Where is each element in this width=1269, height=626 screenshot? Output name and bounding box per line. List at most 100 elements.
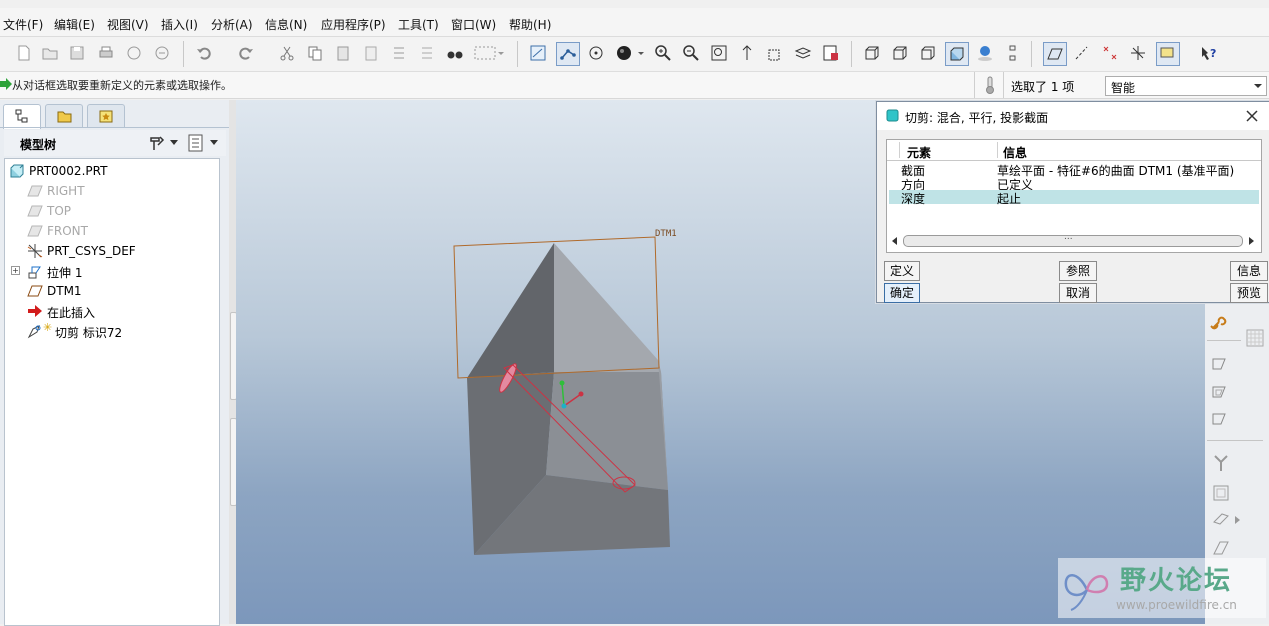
scroll-thumb[interactable]: ... (903, 232, 1243, 247)
cancel-button[interactable]: 取消 (1059, 283, 1097, 303)
tab-favorites[interactable] (87, 104, 125, 127)
tab-model-tree[interactable] (3, 104, 41, 129)
layers-icon[interactable] (793, 43, 813, 63)
chain-link-icon[interactable] (1209, 310, 1233, 334)
scroll-right-icon[interactable] (1247, 237, 1255, 245)
annotation-display-icon[interactable] (1156, 42, 1180, 66)
thermometer-icon (986, 76, 994, 94)
spin-center-icon[interactable] (586, 43, 606, 63)
copy-icon[interactable] (305, 43, 325, 63)
draft-icon[interactable] (1211, 355, 1233, 375)
zoom-out-icon[interactable] (681, 43, 701, 63)
close-icon[interactable] (1245, 109, 1259, 123)
render-icon[interactable] (975, 43, 995, 63)
offset-icon[interactable] (1211, 482, 1233, 504)
define-button[interactable]: 定义 (884, 261, 920, 281)
svg-text:?: ? (1210, 47, 1216, 60)
view-manager-icon[interactable] (821, 43, 841, 63)
menu-insert[interactable]: 插入(I) (161, 16, 198, 33)
new-feature-asterisk-icon: ✳ (43, 321, 53, 334)
extrude-icon (28, 266, 41, 279)
datum-plane-icon (27, 185, 43, 197)
thicken-icon[interactable] (1211, 508, 1233, 530)
chevron-down-icon[interactable] (636, 43, 646, 63)
redo-icon[interactable] (236, 43, 256, 63)
chevron-right-icon[interactable] (1235, 516, 1241, 524)
element-table: 元素 信息 截面 草绘平面 - 特征#6的曲面 DTM1 (基准平面) 方向 已… (886, 139, 1262, 253)
menu-tools[interactable]: 工具(T) (398, 16, 439, 33)
reorient-icon[interactable] (737, 43, 757, 63)
point-display-icon[interactable] (1100, 43, 1120, 63)
tab-folder-browser[interactable] (45, 104, 83, 127)
menu-view[interactable]: 视图(V) (107, 16, 149, 33)
paste-special-icon[interactable] (361, 43, 381, 63)
references-button[interactable]: 参照 (1059, 261, 1097, 281)
expand-plus-icon[interactable]: + (11, 266, 20, 275)
chevron-down-icon (170, 140, 178, 145)
table-row-selected[interactable]: 深度 起止 (889, 190, 1259, 206)
insert-arrow-icon (28, 305, 42, 317)
shading-icon[interactable] (945, 42, 969, 66)
scroll-left-icon[interactable] (891, 237, 899, 245)
zoom-in-icon[interactable] (653, 43, 673, 63)
menu-edit[interactable]: 编辑(E) (54, 16, 95, 33)
menu-file[interactable]: 文件(F) (3, 16, 43, 33)
rib-icon[interactable] (1211, 410, 1233, 430)
sketch-display-icon[interactable] (528, 43, 548, 63)
folder-tab-icon (57, 111, 72, 123)
regenerate-icon[interactable] (389, 43, 409, 63)
no-hidden-icon[interactable] (918, 43, 938, 63)
butterfly-logo-icon (1064, 574, 1109, 611)
menu-info[interactable]: 信息(N) (265, 16, 307, 33)
paste-icon[interactable] (333, 43, 353, 63)
forum-watermark: 野火论坛 www.proewildfire.cn (1058, 558, 1266, 618)
selection-box-icon[interactable] (473, 43, 505, 63)
panel-splitter[interactable] (229, 100, 237, 624)
cut-icon[interactable] (277, 43, 297, 63)
menu-help[interactable]: 帮助(H) (509, 16, 551, 33)
axis-display-icon[interactable] (1072, 43, 1092, 63)
preview-button[interactable]: 预览 (1230, 283, 1268, 303)
find-binoculars-icon[interactable] (445, 43, 465, 63)
regenerate-manager-icon[interactable] (417, 43, 437, 63)
ok-button[interactable]: 确定 (884, 283, 920, 303)
csys-display-icon[interactable] (1128, 43, 1148, 63)
menu-window[interactable]: 窗口(W) (451, 16, 496, 33)
saved-views-icon[interactable] (765, 43, 785, 63)
message-bar: 从对话框选取要重新定义的元素或选取操作。 选取了 1 项 (0, 72, 1269, 99)
print-icon[interactable] (96, 43, 116, 63)
drag-handle[interactable] (561, 403, 567, 409)
cut-feature-icon (27, 325, 41, 339)
hidden-line-icon[interactable] (890, 43, 910, 63)
send-mail-icon[interactable] (124, 43, 144, 63)
send-link-icon[interactable] (152, 43, 172, 63)
new-file-icon[interactable] (14, 43, 34, 63)
menu-analysis[interactable]: 分析(A) (211, 16, 253, 33)
table-row[interactable]: 方向 已定义 (889, 176, 1259, 192)
open-folder-icon[interactable] (40, 43, 60, 63)
save-icon[interactable] (67, 43, 87, 63)
menu-applications[interactable]: 应用程序(P) (321, 16, 386, 33)
refit-icon[interactable] (709, 43, 729, 63)
merge-icon[interactable] (1211, 452, 1233, 474)
table-row[interactable]: 截面 草绘平面 - 特征#6的曲面 DTM1 (基准平面) (889, 162, 1259, 178)
appearance-sphere-icon[interactable] (614, 43, 634, 63)
plane-display-icon[interactable] (1043, 42, 1067, 66)
selection-filter-select[interactable]: 智能 (1105, 76, 1267, 96)
undo-icon[interactable] (194, 43, 214, 63)
solidify-icon[interactable] (1211, 538, 1233, 560)
tree-settings-button[interactable] (146, 133, 180, 153)
model-tree-toggle-icon[interactable] (1003, 43, 1023, 63)
wireframe-icon[interactable] (862, 43, 882, 63)
pattern-grid-icon[interactable] (1245, 328, 1265, 348)
shell-icon[interactable] (1211, 383, 1233, 403)
info-button[interactable]: 信息 (1230, 261, 1268, 281)
table-header: 元素 信息 (887, 140, 1261, 161)
context-help-icon[interactable]: ? (1198, 43, 1218, 63)
tree-tab-icon (15, 109, 28, 123)
csys-icon (27, 244, 43, 258)
show-menu-button[interactable] (186, 133, 220, 153)
datum-display-icon[interactable] (556, 42, 580, 66)
dialog-title: 切剪: 混合, 平行, 投影截面 (905, 111, 1049, 125)
horizontal-scrollbar[interactable]: ... (891, 232, 1255, 248)
